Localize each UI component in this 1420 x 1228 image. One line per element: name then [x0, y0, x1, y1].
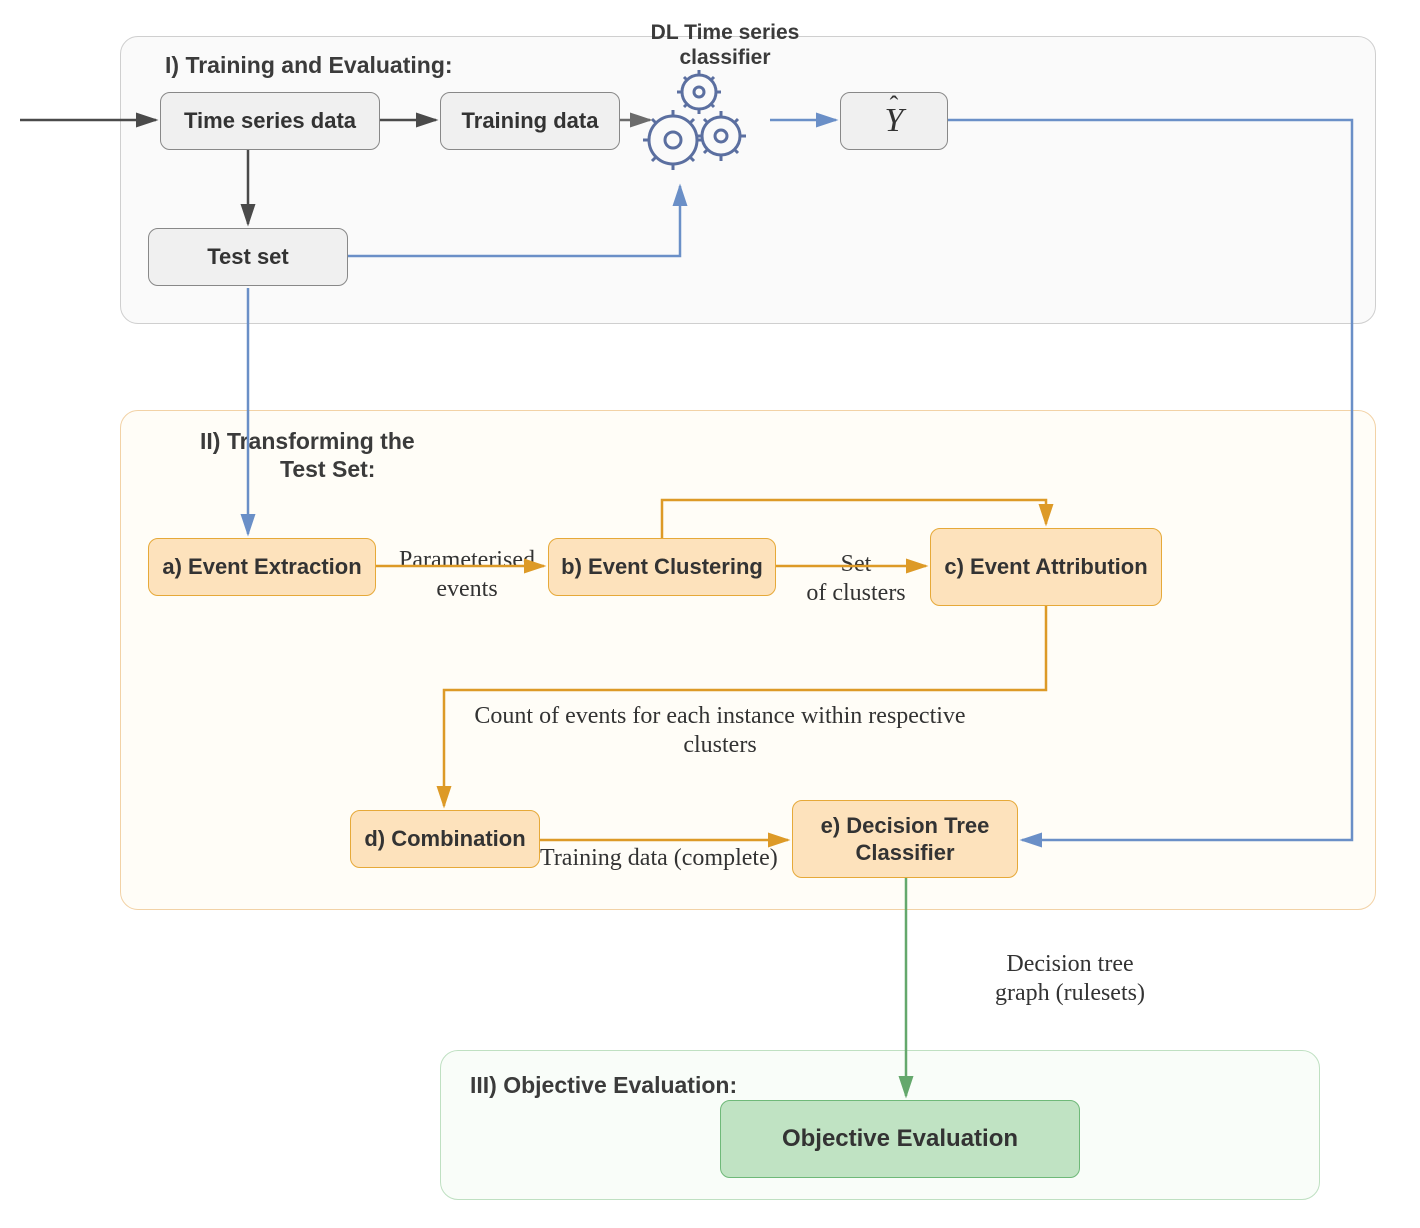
node-label: Training data [462, 107, 599, 135]
section-3-title: III) Objective Evaluation: [470, 1072, 737, 1099]
node-event-attribution: c) Event Attribution [930, 528, 1162, 606]
node-label: e) Decision Tree Classifier [821, 812, 990, 867]
edge-label-set-of-clusters: Set of clusters [796, 550, 916, 608]
dl-classifier-label: DL Time series classifier [640, 20, 810, 70]
y-hat-caret: ˆ [890, 90, 899, 123]
node-combination: d) Combination [350, 810, 540, 868]
dtc-line1: e) Decision Tree [821, 813, 990, 838]
edge-label-training-complete: Training data (complete) [540, 844, 800, 873]
node-label: Test set [207, 243, 289, 271]
node-label: c) Event Attribution [944, 553, 1147, 581]
section-2-title-line1: II) Transforming the [200, 428, 415, 455]
section-1-title: I) Training and Evaluating: [165, 52, 453, 79]
y-hat-symbol: ˆ Y [885, 100, 904, 143]
edge-label-count-of-events: Count of events for each instance within… [420, 702, 1020, 760]
node-event-clustering: b) Event Clustering [548, 538, 776, 596]
node-label: b) Event Clustering [561, 553, 763, 581]
node-event-extraction: a) Event Extraction [148, 538, 376, 596]
node-objective-evaluation: Objective Evaluation [720, 1100, 1080, 1178]
node-label: a) Event Extraction [162, 553, 361, 581]
section-transforming-test-set [120, 410, 1376, 910]
node-training-data: Training data [440, 92, 620, 150]
edge-label-decision-tree-graph: Decision tree graph (rulesets) [960, 950, 1180, 1008]
node-label: d) Combination [364, 825, 525, 853]
node-label: Time series data [184, 107, 356, 135]
gears-icon [635, 68, 765, 178]
node-test-set: Test set [148, 228, 348, 286]
dl-label-line2: classifier [679, 46, 770, 69]
node-y-hat: ˆ Y [840, 92, 948, 150]
edge-label-parameterised-events: Parameterised events [382, 546, 552, 604]
node-time-series-data: Time series data [160, 92, 380, 150]
dtc-line2: Classifier [855, 840, 954, 865]
section-2-title-line2: Test Set: [280, 456, 375, 483]
node-decision-tree-classifier: e) Decision Tree Classifier [792, 800, 1018, 878]
node-label: Objective Evaluation [782, 1124, 1018, 1154]
dl-label-line1: DL Time series [651, 21, 800, 44]
